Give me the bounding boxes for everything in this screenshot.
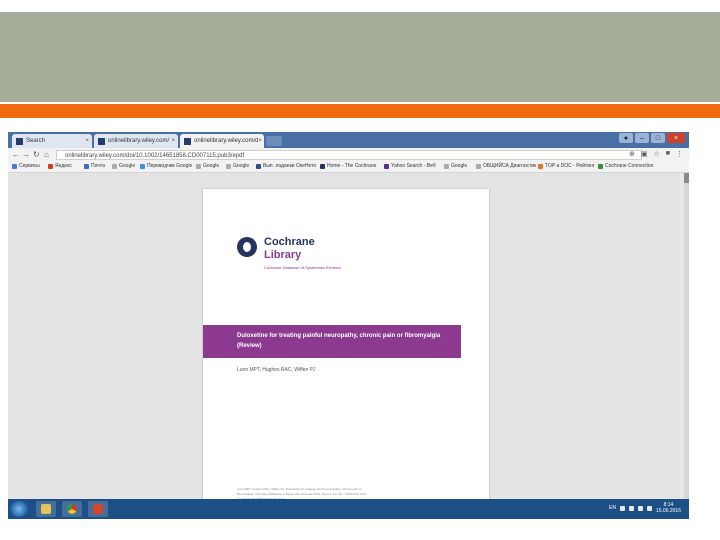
close-icon[interactable]: × (171, 138, 175, 144)
network-icon[interactable] (637, 505, 643, 511)
clock-date: 15.06.2016 (655, 508, 681, 514)
tab-wiley-2[interactable]: onlinelibrary.wiley.com/d × (180, 134, 264, 148)
address-text: onlinelibrary.wiley.com/doi/10.1002/1465… (65, 153, 245, 159)
chrome-icon (67, 504, 77, 514)
user-icon[interactable]: ● (619, 133, 633, 143)
zoom-icon[interactable]: ⊕ (629, 150, 635, 158)
pdf-viewer[interactable]: Cochrane Library Cochrane Database of Sy… (8, 173, 680, 502)
bookmark-item[interactable]: Cochrane Connection (598, 163, 653, 169)
clock[interactable]: 8:14 15.06.2016 (656, 502, 681, 514)
page-icon (184, 137, 191, 145)
bookmark-item[interactable]: ОБЩИЙСА Диагностик (476, 163, 536, 169)
toolbar-actions: ⊕ ▣ ☆ ■ ⋮ (629, 150, 683, 158)
tray-icon[interactable] (619, 505, 625, 511)
tab-wiley-1[interactable]: onlinelibrary.wiley.com/ × (94, 134, 178, 148)
bookmark-item[interactable]: Яндекс (48, 163, 72, 169)
review-title: Duloxetine for treating painful neuropat… (237, 333, 441, 349)
page-icon (16, 137, 23, 145)
chrome-taskbar-button[interactable] (62, 501, 82, 517)
powerpoint-icon (93, 504, 103, 514)
logo-title: Cochrane (264, 236, 315, 248)
language-indicator[interactable]: EN (609, 505, 616, 511)
slide-top-margin (0, 0, 720, 10)
address-bar[interactable]: onlinelibrary.wiley.com/doi/10.1002/1465… (56, 150, 642, 160)
menu-icon[interactable]: ⋮ (676, 150, 683, 158)
browser-screenshot: Search × onlinelibrary.wiley.com/ × onli… (8, 132, 689, 519)
pdf-page: Cochrane Library Cochrane Database of Sy… (203, 189, 489, 502)
start-button[interactable] (10, 501, 28, 517)
close-window-button[interactable]: × (667, 133, 685, 143)
bookmark-item[interactable]: Почта (84, 163, 105, 169)
cochrane-logo-icon (237, 237, 257, 257)
logo-tagline: Cochrane Database of Systematic Reviews (264, 265, 341, 270)
translate-icon[interactable]: ▣ (641, 150, 648, 158)
tray-icon[interactable] (628, 505, 634, 511)
page-icon (98, 137, 105, 145)
close-icon[interactable]: × (85, 138, 89, 144)
bookmarks-bar: Сервисы Яндекс Почта Google Переводчик G… (8, 162, 689, 173)
bookmark-item[interactable]: Google (196, 163, 219, 169)
maximize-button[interactable]: □ (651, 133, 665, 143)
authors: Lunn MPT, Hughes RAC, Wiffen PJ (237, 367, 316, 373)
slide-accent-stripe (0, 104, 720, 118)
bookmark-item[interactable]: Google (444, 163, 467, 169)
slide-header-band (0, 12, 720, 102)
extension-icon[interactable]: ■ (666, 150, 670, 158)
close-icon[interactable]: × (258, 138, 262, 144)
bookmark-item[interactable]: Home - The Cochrane (320, 163, 376, 169)
star-icon[interactable]: ☆ (653, 150, 659, 158)
volume-icon[interactable] (646, 505, 652, 511)
bookmark-item[interactable]: TOP a DOC - Рейтинг (538, 163, 595, 169)
scrollbar[interactable] (684, 173, 689, 499)
powerpoint-taskbar-button[interactable] (88, 501, 108, 517)
tab-label: onlinelibrary.wiley.com/ (108, 138, 170, 144)
taskbar: EN 8:14 15.06.2016 (8, 499, 689, 519)
tab-label: Search (26, 138, 46, 144)
scrollbar-thumb[interactable] (684, 173, 689, 183)
tab-strip: Search × onlinelibrary.wiley.com/ × onli… (8, 132, 689, 148)
bookmark-item[interactable]: Переводчик Google (140, 163, 192, 169)
home-icon[interactable]: ⌂ (44, 150, 49, 159)
system-tray: EN 8:14 15.06.2016 (609, 502, 681, 514)
bookmark-item[interactable]: Вып. ладанки ОкеНето (256, 163, 316, 169)
tab-label: onlinelibrary.wiley.com/d (194, 138, 259, 144)
logo-subtitle: Library (264, 249, 302, 261)
window-controls: ● – □ × (619, 133, 685, 143)
folder-icon (41, 504, 51, 514)
toolbar: ← → ↻ ⌂ onlinelibrary.wiley.com/doi/10.1… (8, 148, 689, 162)
minimize-button[interactable]: – (635, 133, 649, 143)
bookmark-item[interactable]: Google (112, 163, 135, 169)
forward-icon[interactable]: → (22, 150, 30, 159)
bookmark-item[interactable]: Сервисы (12, 163, 40, 169)
new-tab-button[interactable] (266, 136, 282, 146)
bookmark-item[interactable]: Yahoo Search - Веб (384, 163, 436, 169)
bookmark-item[interactable]: Google (226, 163, 249, 169)
tab-search[interactable]: Search × (12, 134, 92, 148)
reload-icon[interactable]: ↻ (33, 150, 40, 159)
explorer-taskbar-button[interactable] (36, 501, 56, 517)
back-icon[interactable]: ← (12, 150, 20, 159)
